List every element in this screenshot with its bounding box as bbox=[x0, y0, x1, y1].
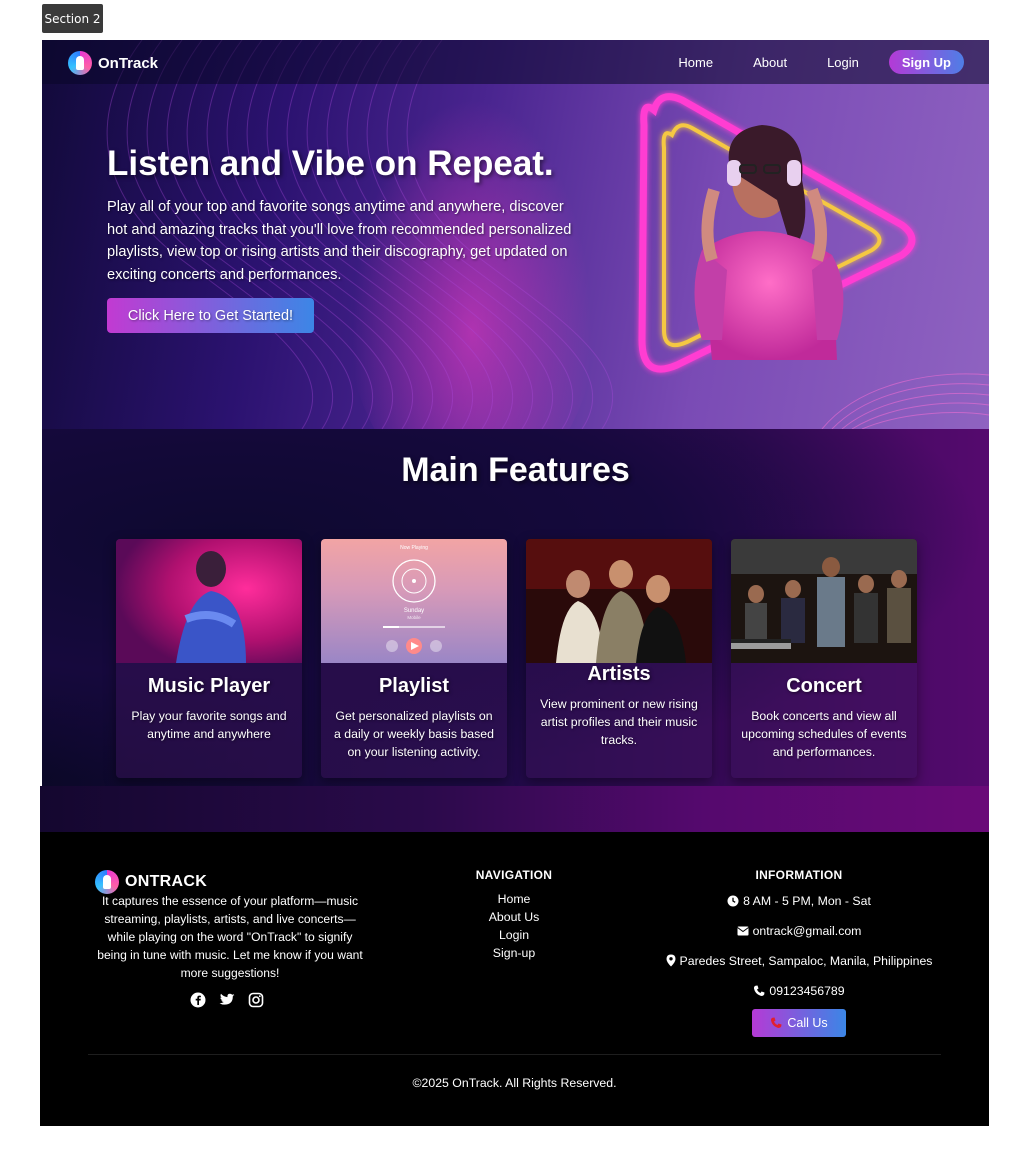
card-description: View prominent or new rising artist prof… bbox=[540, 697, 698, 747]
feature-card-music-player[interactable]: Music Player Play your favorite songs an… bbox=[116, 539, 302, 778]
feature-card-playlist[interactable]: Now Playing Sunday Mobile Playlist Get p… bbox=[321, 539, 507, 778]
clock-icon bbox=[727, 895, 739, 907]
phone-icon bbox=[771, 1017, 782, 1028]
brand-name: OnTrack bbox=[98, 54, 159, 72]
card-title: Playlist bbox=[378, 675, 450, 697]
navigation-heading: NAVIGATION bbox=[475, 868, 553, 882]
footer-about-text: It captures the essence of your platform… bbox=[97, 894, 363, 980]
phone-number[interactable]: 09123456789 bbox=[769, 980, 844, 1002]
location-pin-icon bbox=[666, 954, 676, 967]
mock-artist: Mobile bbox=[407, 615, 421, 620]
footer-brand-name: ONTRACK bbox=[125, 873, 208, 890]
email-row: ontrack@gmail.com bbox=[640, 920, 958, 950]
card-description: Play your favorite songs and anytime and… bbox=[131, 709, 287, 741]
hours-row: 8 AM - 5 PM, Mon - Sat bbox=[640, 890, 958, 920]
call-us-button[interactable]: Call Us bbox=[752, 1009, 846, 1037]
street-address: Paredes Street, Sampaloc, Manila, Philip… bbox=[679, 954, 933, 968]
section-tag: Section 2 bbox=[42, 4, 103, 33]
footer-information: INFORMATION 8 AM - 5 PM, Mon - Sat ontra… bbox=[640, 868, 958, 1010]
mock-song-title: Sunday bbox=[403, 608, 425, 614]
logo-icon bbox=[68, 51, 92, 75]
card-title: Concert bbox=[786, 675, 862, 697]
playlist-mockup: Now Playing Sunday Mobile bbox=[321, 539, 507, 663]
concert-image bbox=[731, 539, 917, 663]
nav-home-link[interactable]: Home bbox=[678, 55, 713, 70]
card-description: Book concerts and view all upcoming sche… bbox=[741, 709, 907, 759]
footer-link-home[interactable]: Home bbox=[444, 890, 584, 908]
call-us-label: Call Us bbox=[787, 1016, 828, 1030]
feature-card-concert[interactable]: Concert Book concerts and view all upcom… bbox=[731, 539, 917, 778]
information-heading: INFORMATION bbox=[755, 868, 843, 882]
hero-section: OnTrack Home About Login Sign Up Listen … bbox=[42, 40, 989, 429]
footer-logo[interactable]: ONTRACK bbox=[95, 870, 207, 894]
envelope-icon bbox=[736, 926, 749, 936]
main-features-section: Main Features Music Player Play your fav… bbox=[42, 429, 989, 786]
get-started-button[interactable]: Click Here to Get Started! bbox=[107, 298, 314, 333]
hero-title: Listen and Vibe on Repeat. bbox=[107, 144, 554, 183]
footer-link-signup[interactable]: Sign-up bbox=[444, 944, 584, 962]
brand-logo[interactable]: OnTrack bbox=[68, 51, 158, 75]
phone-row: 09123456789 bbox=[640, 980, 958, 1010]
twitter-icon[interactable] bbox=[219, 992, 235, 1008]
social-links bbox=[190, 992, 264, 1008]
artists-image bbox=[526, 539, 712, 663]
hero-illustration bbox=[638, 93, 916, 373]
footer-navigation: NAVIGATION Home About Us Login Sign-up bbox=[444, 868, 584, 962]
gradient-divider bbox=[40, 786, 989, 832]
copyright-text: ©2025 OnTrack. All Rights Reserved. bbox=[412, 1076, 617, 1090]
address-row: Paredes Street, Sampaloc, Manila, Philip… bbox=[640, 950, 958, 980]
top-navbar: OnTrack Home About Login Sign Up bbox=[42, 40, 989, 84]
signup-button[interactable]: Sign Up bbox=[888, 50, 964, 74]
phone-icon bbox=[754, 985, 765, 996]
music-player-image bbox=[116, 539, 302, 663]
logo-icon bbox=[95, 870, 119, 894]
footer: ONTRACK It captures the essence of your … bbox=[40, 832, 989, 1126]
business-hours: 8 AM - 5 PM, Mon - Sat bbox=[743, 894, 871, 908]
nav-links: Home About Login Sign Up bbox=[678, 50, 964, 74]
footer-divider bbox=[88, 1054, 941, 1055]
card-title: Music Player bbox=[147, 675, 271, 697]
nav-about-link[interactable]: About bbox=[753, 55, 787, 70]
email-address[interactable]: ontrack@gmail.com bbox=[753, 920, 862, 942]
footer-link-login[interactable]: Login bbox=[444, 926, 584, 944]
nav-login-link[interactable]: Login bbox=[827, 55, 859, 70]
feature-card-artists[interactable]: Artists View prominent or new rising art… bbox=[526, 539, 712, 778]
hero-description: Play all of your top and favorite songs … bbox=[107, 199, 572, 283]
instagram-icon[interactable] bbox=[248, 992, 264, 1008]
card-description: Get personalized playlists on a daily or… bbox=[334, 709, 494, 759]
card-title: Artists bbox=[587, 663, 651, 685]
features-title: Main Features bbox=[401, 451, 630, 489]
facebook-icon[interactable] bbox=[190, 992, 206, 1008]
footer-link-about[interactable]: About Us bbox=[444, 908, 584, 926]
